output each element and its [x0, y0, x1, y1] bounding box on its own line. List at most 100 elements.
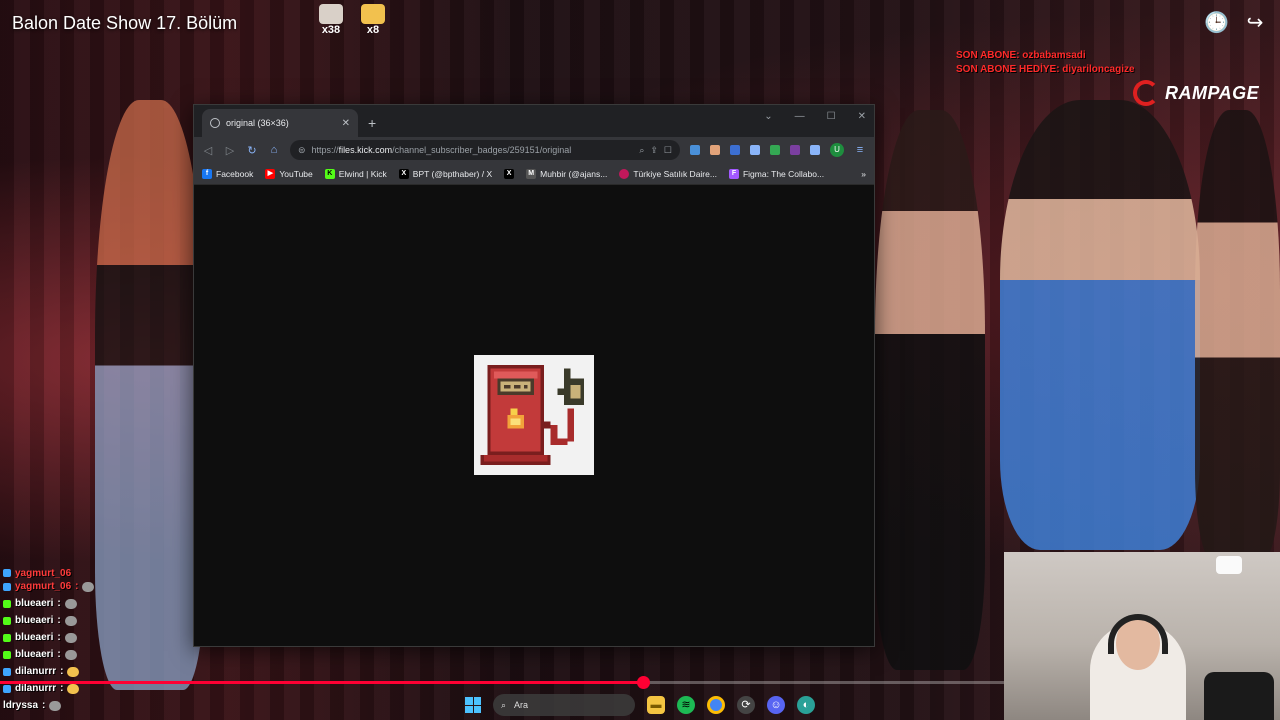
- windows-taskbar: ⌕ Ara ▬ ≋ ⟳ ☺ ◐: [465, 692, 815, 718]
- badge-icon: [3, 599, 11, 608]
- rampage-logo: RAMPAGE: [1133, 80, 1259, 106]
- chrome-icon[interactable]: [707, 696, 725, 714]
- streamer-webcam: [1004, 552, 1280, 720]
- bookmark-muhbir[interactable]: M Muhbir (@ajans...: [526, 168, 607, 179]
- contestant-right-3: [1195, 110, 1280, 560]
- chat-message: blueaeri:: [0, 629, 94, 646]
- gift-counter: x8: [358, 4, 388, 36]
- muhbir-icon: M: [526, 168, 537, 179]
- share-icon[interactable]: ↪: [1244, 12, 1266, 34]
- maximize-icon[interactable]: ☐: [827, 111, 836, 122]
- windows-start-icon[interactable]: [465, 697, 481, 713]
- forward-icon[interactable]: ▷: [224, 144, 236, 157]
- bookmark-figma[interactable]: F Figma: The Collabo...: [728, 168, 824, 179]
- youtube-icon: ▶: [265, 168, 276, 179]
- emote-icon: [64, 598, 77, 609]
- badge-icon: [3, 582, 11, 591]
- gift-counter: x38: [316, 4, 346, 36]
- taskbar-search[interactable]: ⌕ Ara: [493, 694, 635, 716]
- subscriber-badge-image: [474, 355, 594, 475]
- brand-name: RAMPAGE: [1165, 82, 1260, 103]
- share-page-icon[interactable]: ⇪: [650, 145, 658, 156]
- tab-search-icon[interactable]: ⌄: [764, 111, 772, 122]
- app-icon[interactable]: ⟳: [737, 696, 755, 714]
- address-bar[interactable]: ⊜ https://files.kick.com/channel_subscri…: [290, 140, 680, 160]
- emote-icon: [64, 615, 77, 626]
- watch-later-icon[interactable]: 🕒: [1204, 12, 1229, 34]
- stream-overlay-last-gift-sub: SON ABONE HEDİYE: diyariloncagize: [956, 64, 1135, 75]
- search-icon: ⌕: [501, 699, 507, 710]
- discord-icon[interactable]: ☺: [767, 696, 785, 714]
- fuel-pump-icon: [474, 355, 594, 475]
- minimize-icon[interactable]: —: [795, 111, 805, 122]
- extension-icon[interactable]: [770, 145, 780, 155]
- reload-icon[interactable]: ↻: [246, 144, 258, 157]
- bookmark-x[interactable]: X: [504, 168, 515, 179]
- headset-icon: [1108, 614, 1168, 654]
- side-panel-icon[interactable]: [810, 145, 820, 155]
- chat-message: blueaeri:: [0, 612, 94, 629]
- profile-avatar[interactable]: U: [830, 143, 844, 157]
- browser-tab[interactable]: original (36×36) ✕: [202, 109, 358, 137]
- extension-icon[interactable]: [710, 145, 720, 155]
- extension-icon[interactable]: [730, 145, 740, 155]
- extension-icon[interactable]: [790, 145, 800, 155]
- contestant-left: [95, 100, 205, 690]
- stream-chat: yagmurt_06 yagmurt_06: blueaeri: blueaer…: [0, 568, 95, 714]
- bookmark-youtube[interactable]: ▶ YouTube: [265, 168, 313, 179]
- contestant-right-2: [1000, 100, 1200, 550]
- page-viewport: [194, 185, 874, 646]
- badge-icon: [3, 569, 11, 577]
- stream-overlay-last-sub: SON ABONE: ozbabamsadi: [956, 50, 1086, 61]
- file-explorer-icon[interactable]: ▬: [647, 696, 665, 714]
- gaming-chair: [1204, 672, 1274, 720]
- chat-message: blueaeri:: [0, 646, 94, 663]
- extension-icon[interactable]: [690, 145, 700, 155]
- video-title: Balon Date Show 17. Bölüm: [12, 13, 238, 33]
- chat-message: yagmurt_06:: [0, 578, 95, 595]
- site-info-icon[interactable]: ⊜: [298, 145, 306, 156]
- url-host: files.kick.com: [338, 145, 393, 155]
- zoom-icon[interactable]: ⌕: [639, 145, 644, 156]
- bookmark-facebook[interactable]: f Facebook: [202, 168, 253, 179]
- gift-icon: [361, 4, 385, 24]
- browser-app-icon[interactable]: ◐: [797, 696, 815, 714]
- browser-toolbar: ◁ ▷ ↻ ⌂ ⊜ https://files.kick.com/channel…: [194, 137, 874, 163]
- extensions-puzzle-icon[interactable]: [750, 145, 760, 155]
- browser-titlebar: original (36×36) ✕ + ⌄ — ☐ ✕: [194, 105, 874, 137]
- chat-message: blueaeri:: [0, 595, 94, 612]
- menu-icon[interactable]: ≡: [854, 144, 866, 156]
- globe-icon: [210, 118, 220, 128]
- bookmark-satilik-daire[interactable]: Türkiye Satılık Daire...: [619, 168, 717, 179]
- close-window-icon[interactable]: ✕: [858, 111, 866, 122]
- close-tab-icon[interactable]: ✕: [342, 118, 350, 129]
- window-controls: ⌄ — ☐ ✕: [764, 111, 866, 122]
- more-bookmarks-icon[interactable]: »: [861, 169, 866, 179]
- bookmark-kick[interactable]: K Elwind | Kick: [324, 168, 387, 179]
- video-progress-bar[interactable]: [0, 676, 1005, 689]
- home-icon[interactable]: ⌂: [268, 144, 280, 156]
- spotify-icon[interactable]: ≋: [677, 696, 695, 714]
- browser-window: original (36×36) ✕ + ⌄ — ☐ ✕ ◁ ▷ ↻ ⌂ ⊜ h…: [193, 104, 875, 647]
- sahibinden-icon: [619, 168, 630, 179]
- url-path: /channel_subscriber_badges/259151/origin…: [392, 145, 572, 155]
- chat-message: ldryssa:: [0, 697, 94, 714]
- chat-message: yagmurt_06: [0, 568, 94, 578]
- gift-icon: [319, 4, 343, 24]
- search-placeholder: Ara: [514, 700, 529, 710]
- new-tab-button[interactable]: +: [368, 115, 376, 131]
- rampage-logo-icon: [1133, 80, 1159, 106]
- badge-icon: [3, 616, 11, 625]
- emote-icon: [64, 649, 77, 660]
- x-icon: X: [398, 168, 409, 179]
- tab-title: original (36×36): [226, 118, 289, 128]
- video-top-actions: 🕒 ↪: [1204, 12, 1266, 34]
- badge-icon: [3, 667, 11, 676]
- badge-icon: [3, 633, 11, 642]
- gift-count: x38: [321, 24, 341, 36]
- back-icon[interactable]: ◁: [202, 144, 214, 157]
- progress-played: [0, 681, 644, 684]
- url-prefix: https://: [311, 145, 339, 155]
- bookmark-star-icon[interactable]: ☐: [664, 145, 672, 156]
- bookmark-bpt[interactable]: X BPT (@bpthaber) / X: [398, 168, 492, 179]
